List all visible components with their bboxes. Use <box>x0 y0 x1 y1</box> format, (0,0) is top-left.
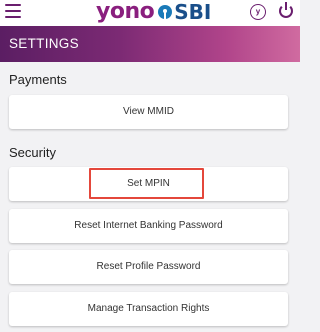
section-title-security: Security <box>9 145 56 160</box>
set-mpin-button[interactable]: Set MPIN <box>9 167 288 201</box>
top-bar: yono SBI y <box>0 0 300 26</box>
yono-profile-icon[interactable]: y <box>250 4 266 20</box>
logo-sbi-text: SBI <box>174 0 212 24</box>
reset-profile-password-button[interactable]: Reset Profile Password <box>9 250 288 284</box>
menu-icon[interactable] <box>5 4 21 18</box>
app-logo: yono SBI <box>96 0 211 24</box>
logo-yono-text: yono <box>96 0 155 24</box>
section-title-payments: Payments <box>9 72 67 87</box>
view-mmid-button[interactable]: View MMID <box>9 95 288 129</box>
manage-transaction-rights-button[interactable]: Manage Transaction Rights <box>9 292 288 326</box>
settings-header: SETTINGS <box>0 26 300 62</box>
power-icon[interactable] <box>279 2 293 18</box>
sbi-logo-icon <box>158 5 173 19</box>
reset-internet-banking-password-button[interactable]: Reset Internet Banking Password <box>9 209 288 243</box>
page-title: SETTINGS <box>9 36 79 51</box>
